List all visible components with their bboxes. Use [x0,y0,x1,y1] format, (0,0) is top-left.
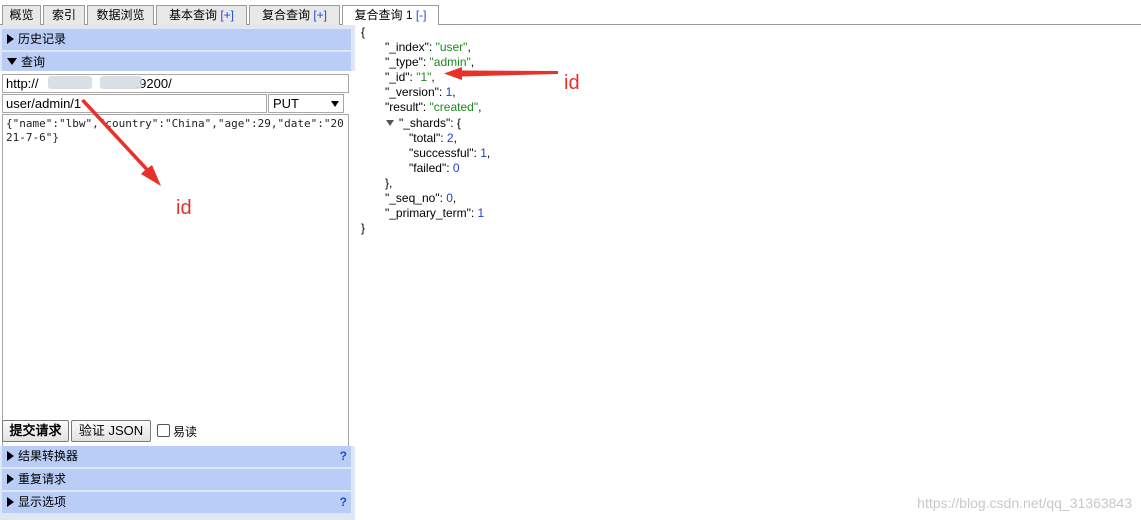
json-number-value: 1 [477,206,485,220]
json-number-value: 1 [480,146,487,160]
json-key: "successful" [409,146,474,160]
expand-arrow-icon [7,474,14,484]
json-key: "_id" [385,70,410,84]
json-line-primary-term: "_primary_term": 1 [385,206,485,220]
tab-bar: 概览 索引 数据浏览 基本查询 [+] 复合查询 [+] 复合查询 1 [-] [0,0,1141,26]
query-form: http://.9200/ user/admin/1 PUT {"name":"… [0,71,355,462]
json-line-shards[interactable]: "_shards": { [386,116,461,131]
redaction-blur [48,76,92,89]
request-body-textarea[interactable]: {"name":"lbw","country":"China","age":29… [2,114,349,462]
collapse-arrow-icon [7,58,17,65]
json-key: "_version" [385,85,439,99]
help-icon[interactable]: ? [340,446,347,467]
expand-arrow-icon [7,34,14,44]
validate-json-button[interactable]: 验证 JSON [71,420,151,442]
json-string-value: "1" [416,70,432,84]
section-title: 重复请求 [18,472,67,486]
tab-label: 概览 [9,8,34,22]
redaction-blur [100,76,142,89]
json-open-brace: { [361,25,366,39]
request-body-text: {"name":"lbw","country":"China","age":29… [6,117,344,144]
annotation-label-id-right: id [564,72,580,94]
json-key: "failed" [409,161,447,175]
json-key: "_index" [385,40,429,54]
tab-close-toggle[interactable]: [-] [416,8,427,22]
tab-label: 复合查询 1 [354,8,416,22]
json-number-value: 0 [452,161,460,175]
tab-basic-query[interactable]: 基本查询 [+] [156,5,247,25]
json-string-value: "created" [429,100,479,114]
section-title: 历史记录 [18,32,67,46]
json-line-total: "total": 2, [409,131,457,145]
section-history[interactable]: 历史记录 [2,29,351,50]
tab-indices[interactable]: 索引 [43,5,85,25]
section-display-options[interactable]: 显示选项 ? [2,492,351,513]
section-title: 显示选项 [18,495,67,509]
annotation-label-id-left: id [176,197,192,219]
tab-label: 数据浏览 [96,8,145,22]
tab-add-toggle[interactable]: [+] [313,8,327,22]
url-prefix: http:// [6,76,39,91]
json-key: "_type" [385,55,423,69]
tab-compound-query-1[interactable]: 复合查询 1 [-] [342,5,439,26]
section-result-transformer[interactable]: 结果转换器 ? [2,446,351,467]
json-line-shards-close: }, [385,176,393,190]
request-path-input[interactable]: user/admin/1 [2,94,267,113]
json-line-id: "_id": "1", [385,70,435,84]
pretty-print-label: 易读 [173,425,198,439]
section-repeat-request[interactable]: 重复请求 [2,469,351,490]
json-close-brace: } [361,221,366,235]
expand-arrow-icon [7,451,14,461]
section-title: 查询 [21,55,46,69]
json-line-version: "_version": 1, [385,85,456,99]
json-string-value: "admin" [429,55,471,69]
tab-add-toggle[interactable]: [+] [220,8,234,22]
json-line-failed: "failed": 0 [409,161,460,175]
pretty-print-checkbox[interactable] [157,424,170,437]
json-key: "result" [385,100,423,114]
tab-label: 索引 [51,8,76,22]
submit-request-button[interactable]: 提交请求 [2,420,69,442]
json-key: "total" [409,131,441,145]
json-number-value: 2 [446,131,454,145]
json-string-value: "user" [435,40,468,54]
help-icon[interactable]: ? [340,492,347,513]
json-line-index: "_index": "user", [385,40,471,54]
json-line-successful: "successful": 1, [409,146,491,160]
tab-label: 复合查询 [261,8,314,22]
action-row: 提交请求 验证 JSON 易读 [0,420,355,444]
http-method-select[interactable]: PUT [268,94,344,113]
section-title: 结果转换器 [18,449,79,463]
tab-label: 基本查询 [168,8,221,22]
query-panel: 历史记录 查询 http://.9200/ user/admin/1 PUT {… [0,25,355,520]
json-line-seq-no: "_seq_no": 0, [385,191,457,205]
json-line-result: "result": "created", [385,100,482,114]
tab-overview[interactable]: 概览 [2,5,41,25]
fold-toggle-icon[interactable] [386,120,394,126]
json-key: "_primary_term" [385,206,471,220]
json-key: "_shards" [399,116,451,130]
method-value: PUT [273,96,299,111]
json-key: "_seq_no" [385,191,440,205]
section-query[interactable]: 查询 [2,52,351,73]
json-number-value: 1 [445,85,453,99]
expand-arrow-icon [7,497,14,507]
response-panel: { "_index": "user", "_type": "admin", "_… [355,25,1141,520]
json-number-value: 0 [446,191,453,205]
tab-browser[interactable]: 数据浏览 [87,5,154,25]
watermark: https://blog.csdn.net/qq_31363843 [917,495,1132,511]
json-line-type: "_type": "admin", [385,55,475,69]
tab-compound-query[interactable]: 复合查询 [+] [249,5,340,25]
chevron-down-icon [331,101,339,107]
